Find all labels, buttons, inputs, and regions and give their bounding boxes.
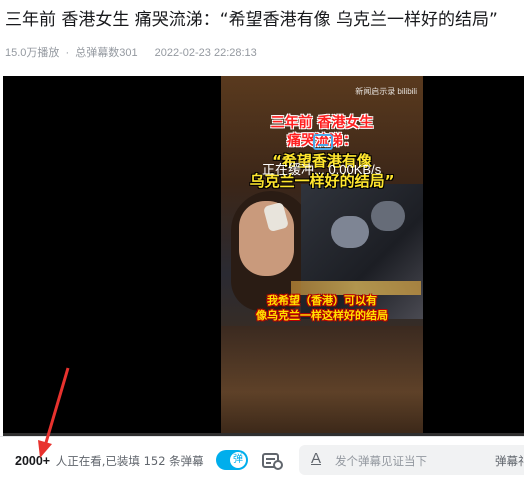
danmaku-etiquette-link[interactable]: 弹幕礼 — [495, 453, 524, 469]
helmet-shape-2 — [371, 201, 405, 231]
video-meta: 15.0万播放 · 总弹幕数301 2022-02-23 22:28:13 — [5, 44, 257, 60]
viewer-count: 2000+ — [15, 454, 51, 468]
video-frame: 新闻启示录 bilibili 三年前 香港女生 痛哭流涕： “希望香港有像 乌克… — [221, 76, 423, 436]
buffering-status: 正在缓冲... 0.00KB/s — [262, 162, 382, 177]
lower-scene — [221, 326, 423, 436]
helmet-shape — [331, 216, 369, 248]
caption-line-1: 三年前 香港女生 — [270, 115, 374, 131]
subtitle-line-1: 我希望（香港）可以有 — [267, 294, 377, 307]
danmaku-control-bar: 2000+ 人正在看,已装填 152 条弹幕 弹 A 发个弹幕见证当下 弹幕礼 — [0, 436, 524, 491]
viewer-text: 人正在看,已装填 152 条弹幕 — [55, 454, 204, 468]
publish-date: 2022-02-23 22:28:13 — [154, 47, 257, 59]
bilibili-watermark: 新闻启示录 bilibili — [355, 87, 417, 96]
danmaku-total: 总弹幕数301 — [75, 47, 138, 59]
video-title: 三年前 香港女生 痛哭流涕：“希望香港有像 乌克兰一样好的结局” — [5, 10, 498, 30]
subtitle-line-2: 像乌克兰一样这样好的结局 — [256, 309, 388, 322]
buffering-tv-icon — [313, 134, 333, 150]
danmaku-toggle[interactable]: 弹 — [216, 450, 248, 470]
danmaku-input-placeholder: 发个弹幕见证当下 — [335, 454, 427, 468]
meta-separator: · — [65, 47, 70, 59]
danmaku-input[interactable]: A 发个弹幕见证当下 弹幕礼 — [299, 445, 524, 475]
danmaku-settings-icon[interactable] — [262, 452, 284, 470]
play-count: 15.0万播放 — [5, 47, 60, 59]
video-player[interactable]: 新闻启示录 bilibili 三年前 香港女生 痛哭流涕： “希望香港有像 乌克… — [3, 76, 524, 436]
viewer-info: 2000+ 人正在看,已装填 152 条弹幕 — [15, 453, 204, 469]
text-style-icon[interactable]: A — [311, 450, 321, 467]
danmaku-toggle-knob: 弹 — [230, 452, 246, 468]
